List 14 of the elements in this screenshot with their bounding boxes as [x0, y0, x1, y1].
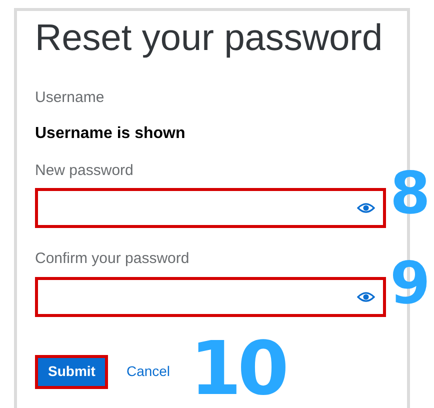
- annotation-number: 9: [390, 254, 430, 312]
- username-value: Username is shown: [35, 124, 186, 144]
- field-label: New password: [35, 160, 134, 180]
- password-field[interactable]: [35, 276, 386, 316]
- field-label: Username: [35, 88, 106, 108]
- page-title: Reset your password: [35, 16, 383, 60]
- cancel-link[interactable]: Cancel: [126, 361, 170, 382]
- annotation-number: 8: [390, 164, 430, 222]
- eye-icon[interactable]: [357, 202, 375, 214]
- submit-button[interactable]: Submit: [35, 354, 108, 388]
- field-label: Confirm your password: [35, 249, 190, 269]
- password-field[interactable]: [35, 188, 386, 228]
- eye-icon[interactable]: [357, 290, 375, 302]
- annotation-number: 10: [190, 332, 285, 406]
